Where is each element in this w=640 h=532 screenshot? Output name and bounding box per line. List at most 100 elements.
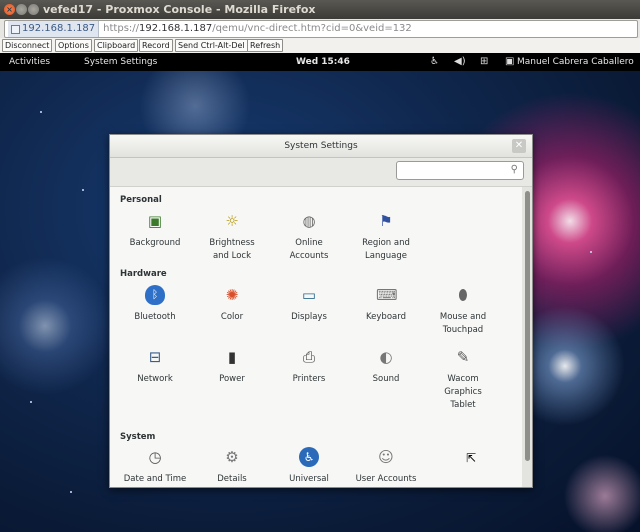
star-decoration — [40, 111, 42, 113]
item-label: Date and Time — [123, 474, 187, 484]
settings-toolbar: ⚲ — [110, 158, 532, 187]
item-label: User Accounts — [355, 474, 417, 484]
options-button[interactable]: Options — [55, 39, 92, 52]
clipboard-button[interactable]: Clipboard — [94, 39, 139, 52]
mouse-icon: ⬮ — [458, 286, 468, 304]
item-label: Sound — [372, 374, 400, 384]
bluetooth-icon: ᛒ — [145, 285, 165, 305]
item-label: Keyboard — [366, 312, 406, 322]
item-user-accounts[interactable]: ☺ User Accounts — [348, 447, 424, 486]
item-keyboard[interactable]: ⌨ Keyboard — [348, 285, 424, 324]
item-mouse-and-touchpad[interactable]: ⬮ Mouse and Touchpad — [425, 285, 501, 337]
search-box[interactable]: ⚲ — [396, 161, 524, 184]
app-menu[interactable]: System Settings — [84, 53, 157, 71]
item-network[interactable]: ⊟ Network — [117, 347, 193, 386]
settings-titlebar: System Settings ✕ — [110, 135, 532, 158]
settings-content: Personal ▣ Background ☼ Brightness and L… — [110, 187, 522, 487]
activities-button[interactable]: Activities — [9, 53, 50, 71]
item-printers[interactable]: ⎙ Printers — [271, 347, 347, 386]
settings-title: System Settings — [284, 141, 358, 151]
firework-decoration — [560, 451, 640, 532]
disconnect-button[interactable]: Disconnect — [2, 39, 53, 52]
region-flag-icon: ⚑ — [379, 212, 393, 230]
item-label: Region and Language — [362, 238, 410, 261]
send-ctrl-alt-del-button[interactable]: Send Ctrl-Alt-Del — [175, 39, 248, 52]
item-label: Universal — [289, 474, 329, 484]
clock[interactable]: Wed 15:46 — [296, 53, 350, 71]
url-host: 192.168.1.187 — [139, 23, 213, 34]
window-minimize-icon[interactable] — [16, 4, 27, 15]
color-icon: ✺ — [225, 286, 239, 304]
item-background[interactable]: ▣ Background — [117, 211, 193, 250]
item-label: Brightness and Lock — [209, 238, 255, 261]
close-icon[interactable]: ✕ — [512, 139, 526, 153]
item-universal-access[interactable]: ♿ Universal — [271, 447, 347, 486]
url-path: /qemu/vnc-direct.htm?cid=0&veid=132 — [212, 23, 412, 34]
wacom-tablet-icon: ✎ — [456, 348, 470, 366]
item-sound[interactable]: ◐ Sound — [348, 347, 424, 386]
universal-access-icon: ♿ — [299, 447, 319, 467]
item-label: Background — [129, 238, 181, 248]
brightness-icon: ☼ — [225, 212, 239, 230]
window-maximize-icon[interactable] — [28, 4, 39, 15]
network-icon[interactable]: ⊞ — [480, 53, 488, 71]
users-icon: ☺ — [378, 448, 394, 466]
details-icon: ⚙ — [225, 448, 239, 466]
item-label: Online Accounts — [289, 238, 329, 261]
user-icon[interactable]: ▣ — [505, 53, 514, 71]
url-field[interactable]: 192.168.1.187 https://192.168.1.187/qemu… — [4, 20, 638, 38]
background-icon: ▣ — [147, 212, 163, 230]
url-text: https://192.168.1.187/qemu/vnc-direct.ht… — [103, 23, 412, 34]
item-displays[interactable]: ▭ Displays — [271, 285, 347, 324]
window-close-icon[interactable]: × — [4, 4, 15, 15]
sound-icon: ◐ — [379, 348, 393, 366]
item-bluetooth[interactable]: ᛒ Bluetooth — [117, 285, 193, 324]
record-button[interactable]: Record — [139, 39, 173, 52]
item-label: Mouse and Touchpad — [439, 312, 487, 335]
search-icon[interactable]: ⚲ — [511, 164, 518, 175]
search-input[interactable] — [400, 166, 504, 184]
item-online-accounts[interactable]: ◍ Online Accounts — [271, 211, 347, 263]
item-label: Wacom Graphics Tablet — [444, 374, 482, 410]
item-label: Displays — [291, 312, 327, 322]
vnc-toolbar: Disconnect Options Clipboard Record Send… — [0, 38, 640, 54]
item-label: Details — [217, 474, 247, 484]
scrollbar[interactable] — [522, 187, 532, 487]
online-accounts-icon: ◍ — [302, 212, 316, 230]
item-color[interactable]: ✺ Color — [194, 285, 270, 324]
item-region-and-language[interactable]: ⚑ Region and Language — [348, 211, 424, 263]
star-decoration — [30, 401, 32, 403]
item-label: Network — [137, 374, 173, 384]
site-identity[interactable]: 192.168.1.187 — [8, 21, 100, 37]
refresh-button[interactable]: Refresh — [247, 39, 284, 52]
star-decoration — [70, 491, 72, 493]
scrollbar-thumb[interactable] — [525, 191, 530, 461]
printer-icon: ⎙ — [302, 348, 315, 366]
url-bar: 192.168.1.187 https://192.168.1.187/qemu… — [0, 19, 640, 39]
user-menu[interactable]: Manuel Cabrera Caballero — [517, 53, 634, 71]
accessibility-icon[interactable]: ♿ — [430, 53, 439, 71]
section-hardware-title: Hardware — [120, 269, 167, 279]
item-date-and-time[interactable]: ◷ Date and Time — [117, 447, 193, 486]
system-settings-window: System Settings ✕ ⚲ Personal ▣ Backgroun… — [109, 134, 533, 488]
firefox-titlebar: × vefed17 - Proxmox Console - Mozilla Fi… — [0, 0, 640, 19]
volume-icon[interactable]: ◀) — [454, 53, 466, 71]
item-label: Power — [219, 374, 245, 384]
site-identity-icon — [11, 25, 20, 34]
item-wacom-graphics-tablet[interactable]: ✎ Wacom Graphics Tablet — [425, 347, 501, 412]
item-details[interactable]: ⚙ Details — [194, 447, 270, 486]
item-power[interactable]: ▮ Power — [194, 347, 270, 386]
network-icon: ⊟ — [148, 348, 162, 366]
firework-decoration — [0, 251, 120, 401]
item-brightness-and-lock[interactable]: ☼ Brightness and Lock — [194, 211, 270, 263]
item-label: Bluetooth — [134, 312, 176, 322]
star-decoration — [590, 251, 592, 253]
displays-icon: ▭ — [301, 286, 317, 304]
star-decoration — [82, 189, 84, 191]
power-icon: ▮ — [227, 348, 237, 366]
mouse-cursor-icon: ⇱ — [466, 451, 477, 465]
section-personal-title: Personal — [120, 195, 162, 205]
site-identity-label: 192.168.1.187 — [22, 23, 96, 34]
item-label: Printers — [292, 374, 326, 384]
url-prefix: https:// — [103, 23, 140, 34]
